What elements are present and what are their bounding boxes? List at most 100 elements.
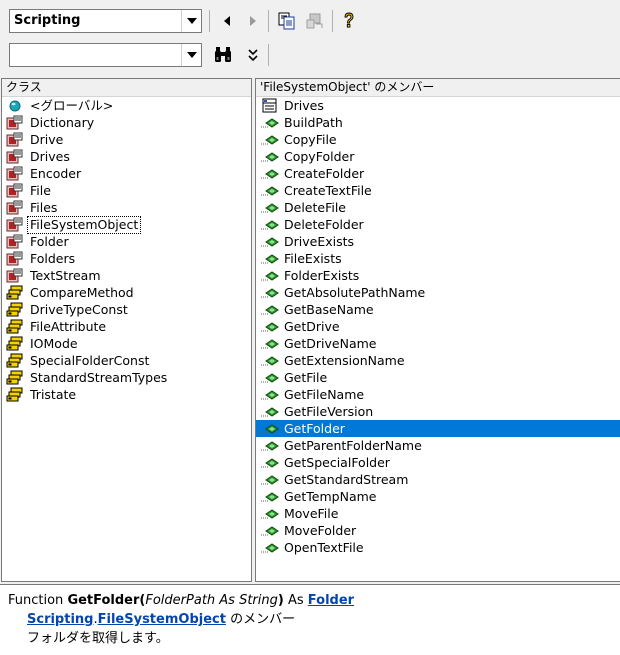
class-item[interactable]: CompareMethod (2, 284, 251, 301)
class-item-label: FileAttribute (30, 318, 107, 334)
class-item-label: Files (30, 199, 58, 215)
member-item[interactable]: CopyFile (256, 131, 620, 148)
return-type-link[interactable]: Folder (308, 593, 354, 608)
enum-icon (6, 387, 24, 403)
class-item[interactable]: StandardStreamTypes (2, 369, 251, 386)
member-item-label: GetFolder (284, 420, 345, 436)
member-item[interactable]: FolderExists (256, 267, 620, 284)
member-item[interactable]: GetSpecialFolder (256, 454, 620, 471)
signature-paren-close: ) (277, 593, 284, 608)
member-item[interactable]: CreateTextFile (256, 182, 620, 199)
member-item[interactable]: CreateFolder (256, 165, 620, 182)
copy-button[interactable] (276, 10, 298, 32)
class-icon (6, 234, 24, 250)
arrow-left-icon (224, 16, 230, 26)
member-item[interactable]: Drives (256, 97, 620, 114)
member-item[interactable]: GetDriveName (256, 335, 620, 352)
class-item[interactable]: Drives (2, 148, 251, 165)
method-icon (260, 268, 280, 284)
property-icon (260, 98, 280, 114)
class-item[interactable]: IOMode (2, 335, 251, 352)
class-item[interactable]: Folders (2, 250, 251, 267)
member-item-label: Drives (284, 97, 324, 113)
method-icon (260, 251, 280, 267)
class-item-label: IOMode (30, 335, 78, 351)
chevron-down-icon[interactable] (181, 44, 201, 66)
member-item[interactable]: MoveFile (256, 505, 620, 522)
enum-icon (6, 285, 24, 301)
classes-pane[interactable]: クラス <グローバル> Dictionary Drive Drives Encoder F… (1, 78, 252, 582)
method-icon (260, 285, 280, 301)
method-icon (260, 302, 280, 318)
class-item[interactable]: File (2, 182, 251, 199)
enum-icon (6, 302, 24, 318)
chevron-down-icon[interactable] (181, 10, 201, 32)
member-item[interactable]: OpenTextFile (256, 539, 620, 556)
back-button[interactable] (216, 10, 238, 32)
member-item[interactable]: GetParentFolderName (256, 437, 620, 454)
search-button[interactable] (212, 44, 234, 66)
member-item[interactable]: GetFileName (256, 386, 620, 403)
class-item-label: StandardStreamTypes (30, 369, 168, 385)
search-combo[interactable] (9, 43, 202, 67)
member-item[interactable]: FileExists (256, 250, 620, 267)
member-item-label: GetDriveName (284, 335, 377, 351)
member-item-label: GetDrive (284, 318, 340, 334)
class-icon (6, 268, 24, 284)
class-item[interactable]: TextStream (2, 267, 251, 284)
arrow-right-icon (250, 16, 256, 26)
member-item[interactable]: DriveExists (256, 233, 620, 250)
class-item[interactable]: FileSystemObject (2, 215, 251, 234)
class-item[interactable]: <グローバル> (2, 97, 251, 114)
method-icon (260, 183, 280, 199)
member-item[interactable]: GetStandardStream (256, 471, 620, 488)
member-item[interactable]: GetExtensionName (256, 352, 620, 369)
class-item[interactable]: Tristate (2, 386, 251, 403)
class-item[interactable]: Folder (2, 233, 251, 250)
forward-button[interactable] (242, 10, 264, 32)
class-item[interactable]: Dictionary (2, 114, 251, 131)
class-item-label: Folders (30, 250, 76, 266)
library-link[interactable]: Scripting (27, 612, 93, 627)
member-item[interactable]: GetFileVersion (256, 403, 620, 420)
classes-list: <グローバル> Dictionary Drive Drives Encoder File F… (2, 97, 251, 403)
member-item[interactable]: GetTempName (256, 488, 620, 505)
class-link[interactable]: FileSystemObject (98, 612, 226, 627)
library-combo[interactable]: Scripting (9, 9, 202, 33)
member-item-label: CopyFile (284, 131, 337, 147)
view-definition-button[interactable] (304, 10, 326, 32)
method-icon (260, 353, 280, 369)
toggle-search-results-button[interactable] (242, 44, 264, 66)
classes-header: クラス (2, 79, 251, 97)
help-button[interactable] (338, 10, 360, 32)
members-pane[interactable]: 'FileSystemObject' のメンバー Drives BuildPath… (255, 78, 620, 582)
class-icon (6, 200, 24, 216)
member-item[interactable]: GetDrive (256, 318, 620, 335)
class-item-label: DriveTypeConst (30, 301, 128, 317)
member-item-label: GetAbsolutePathName (284, 284, 426, 300)
member-item[interactable]: MoveFolder (256, 522, 620, 539)
member-item[interactable]: CopyFolder (256, 148, 620, 165)
member-item-label: DeleteFile (284, 199, 346, 215)
toolbar-separator (332, 10, 333, 32)
member-item-label: FileExists (284, 250, 342, 266)
method-icon (260, 336, 280, 352)
signature-as: As (287, 593, 304, 608)
class-item[interactable]: SpecialFolderConst (2, 352, 251, 369)
class-item[interactable]: Drive (2, 131, 251, 148)
member-item[interactable]: BuildPath (256, 114, 620, 131)
member-item-label: CopyFolder (284, 148, 355, 164)
class-item[interactable]: DriveTypeConst (2, 301, 251, 318)
member-item[interactable]: GetAbsolutePathName (256, 284, 620, 301)
class-item[interactable]: FileAttribute (2, 318, 251, 335)
class-item[interactable]: Encoder (2, 165, 251, 182)
member-item[interactable]: GetFile (256, 369, 620, 386)
member-item[interactable]: GetBaseName (256, 301, 620, 318)
member-item[interactable]: DeleteFile (256, 199, 620, 216)
double-chevron-down-icon (248, 49, 258, 62)
enum-icon (6, 319, 24, 335)
signature-keyword: Function (8, 593, 64, 608)
class-item[interactable]: Files (2, 199, 251, 216)
member-item[interactable]: GetFolder (256, 420, 620, 437)
member-item[interactable]: DeleteFolder (256, 216, 620, 233)
